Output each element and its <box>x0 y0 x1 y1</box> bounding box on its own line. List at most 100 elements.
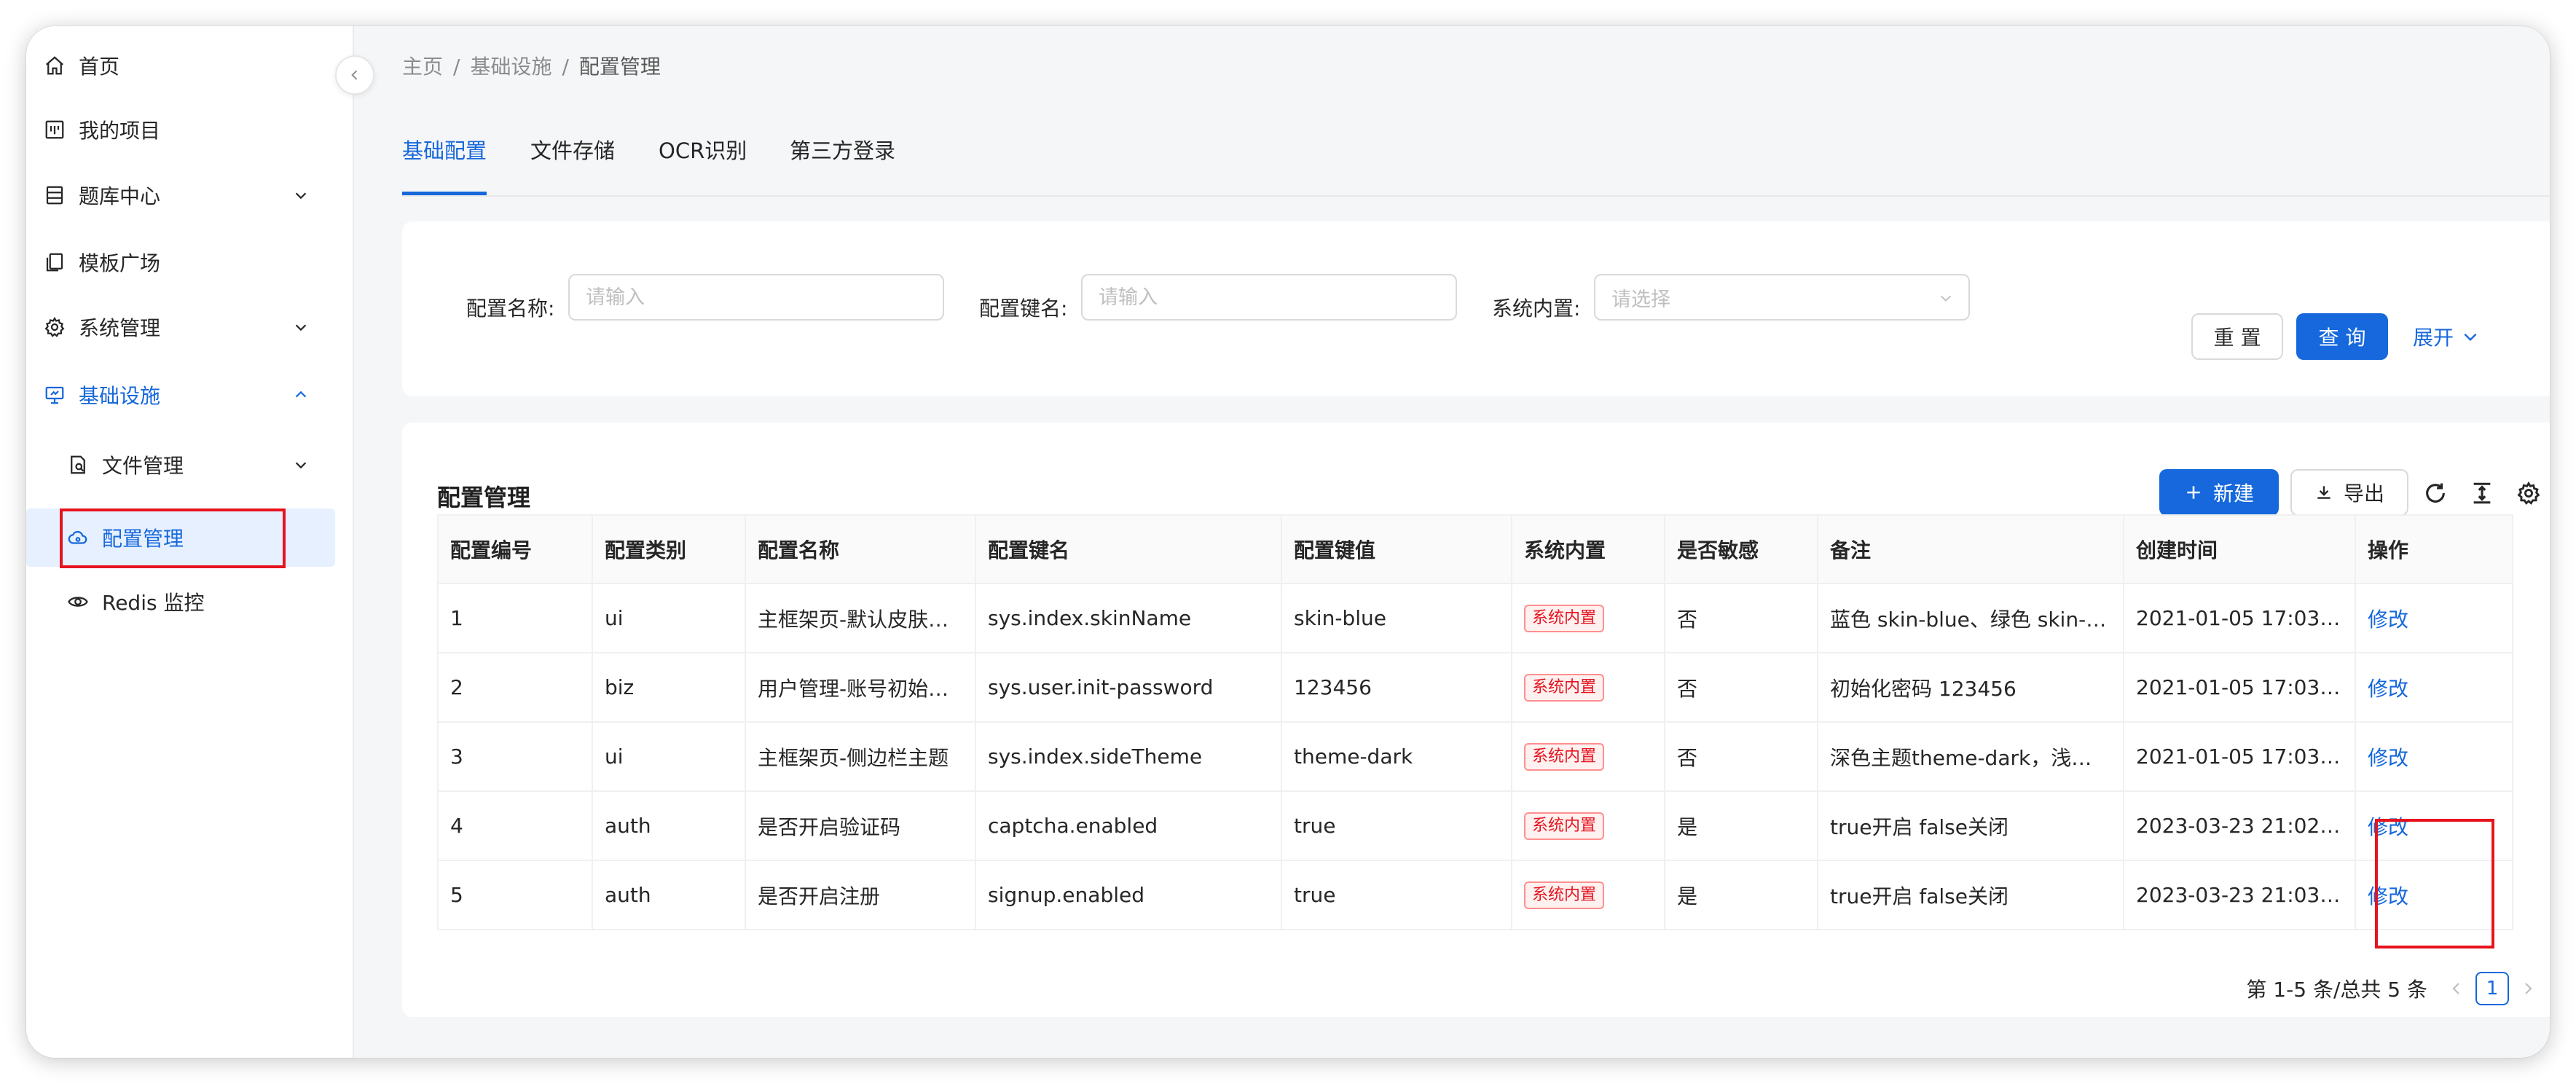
breadcrumb: 主页 / 基础设施 / 配置管理 <box>402 51 661 80</box>
sidebar-item-label: 模板广场 <box>79 251 161 275</box>
breadcrumb-current: 配置管理 <box>578 55 661 79</box>
chevron-up-icon[interactable] <box>293 387 309 403</box>
edit-link[interactable]: 修改 <box>2368 815 2408 839</box>
edit-link[interactable]: 修改 <box>2368 746 2408 770</box>
cell-key: signup.enabled <box>975 860 1282 930</box>
column-header: 配置键名 <box>975 514 1282 584</box>
cell-name: 主框架页-默认皮肤… <box>745 583 976 653</box>
cell-key: sys.index.skinName <box>975 583 1282 653</box>
column-header: 创建时间 <box>2123 514 2356 584</box>
column-header: 配置编号 <box>437 514 593 584</box>
column-header: 配置名称 <box>745 514 976 584</box>
chevron-down-icon <box>2464 333 2477 342</box>
sidebar-item-config-management[interactable]: 配置管理 <box>26 508 335 567</box>
page-1-button[interactable]: 1 <box>2475 972 2509 1005</box>
table-header-row: 配置编号 配置类别 配置名称 配置键名 配置键值 系统内置 是否敏感 备注 创建… <box>437 514 2513 584</box>
cell-builtin: 系统内置 <box>1511 652 1665 723</box>
app-window: 首页 我的项目 题库中心 模板广场 系统管理 基础设施 文件管理 配置管理 Re… <box>26 26 2550 1058</box>
tab-ocr[interactable]: OCR识别 <box>659 134 747 195</box>
builtin-label: 系统内置: <box>1492 296 1581 321</box>
config-table-card: 配置管理 新建 导出 配置编号 配置类别 配置名称 配置键名 配置键值 系统内置… <box>402 423 2550 1017</box>
column-header: 操作 <box>2355 514 2513 584</box>
tab-bar: 基础配置 文件存储 OCR识别 第三方登录 <box>402 134 2550 197</box>
cell-category: ui <box>592 583 746 653</box>
refresh-icon[interactable] <box>2423 481 2448 506</box>
cell-key: captcha.enabled <box>975 790 1282 861</box>
edit-link[interactable]: 修改 <box>2368 884 2408 908</box>
builtin-tag: 系统内置 <box>1524 673 1605 702</box>
chevron-down-icon[interactable] <box>293 457 309 473</box>
cell-value: 123456 <box>1281 652 1512 723</box>
sidebar-item-label: 配置管理 <box>102 527 184 551</box>
cell-remark: true开启 false关闭 <box>1817 790 2124 861</box>
sidebar-item-system-management[interactable]: 系统管理 <box>26 298 354 356</box>
chevron-down-icon[interactable] <box>293 187 309 203</box>
cell-sensitive: 否 <box>1664 652 1818 723</box>
builtin-tag: 系统内置 <box>1524 604 1605 633</box>
pagination: 第 1-5 条/总共 5 条 1 <box>2246 970 2547 1007</box>
edit-link[interactable]: 修改 <box>2368 677 2408 701</box>
cell-action: 修改 <box>2355 790 2513 861</box>
config-key-input[interactable] <box>1081 274 1457 321</box>
cell-remark: 初始化密码 123456 <box>1817 652 2124 723</box>
cell-id: 4 <box>437 790 593 861</box>
cell-category: auth <box>592 790 746 861</box>
tab-third-party-login[interactable]: 第三方登录 <box>790 134 895 195</box>
sidebar-item-label: 首页 <box>79 55 120 79</box>
collapse-sidebar-button[interactable] <box>335 55 374 95</box>
sidebar-item-label: 文件管理 <box>102 454 184 478</box>
sidebar-item-template-square[interactable]: 模板广场 <box>26 233 354 291</box>
new-button-label: 新建 <box>2212 482 2254 506</box>
sidebar-item-home[interactable]: 首页 <box>26 36 354 95</box>
cell-value: true <box>1281 860 1512 930</box>
search-form: 配置名称: 配置键名: 系统内置: 请选择 重 置 查 询 展开 <box>402 221 2550 396</box>
column-header: 配置类别 <box>592 514 746 584</box>
column-height-icon[interactable] <box>2470 481 2494 506</box>
chevron-down-icon[interactable] <box>293 319 309 335</box>
expand-button[interactable]: 展开 <box>2401 313 2491 360</box>
sidebar-item-infrastructure[interactable]: 基础设施 <box>26 366 354 424</box>
query-button[interactable]: 查 询 <box>2296 313 2388 360</box>
column-header: 系统内置 <box>1511 514 1665 584</box>
sidebar-item-question-bank[interactable]: 题库中心 <box>26 166 354 224</box>
download-icon <box>2317 486 2330 499</box>
tab-basic-config[interactable]: 基础配置 <box>402 134 487 195</box>
sidebar-item-file-management[interactable]: 文件管理 <box>26 436 354 494</box>
sidebar-item-redis-monitor[interactable]: Redis 监控 <box>26 573 354 631</box>
config-table: 配置编号 配置类别 配置名称 配置键名 配置键值 系统内置 是否敏感 备注 创建… <box>437 514 2513 930</box>
sidebar: 首页 我的项目 题库中心 模板广场 系统管理 基础设施 文件管理 配置管理 Re… <box>26 26 354 1058</box>
cell-action: 修改 <box>2355 860 2513 930</box>
file-icon <box>71 455 85 474</box>
cell-category: auth <box>592 860 746 930</box>
cell-action: 修改 <box>2355 652 2513 723</box>
column-header: 备注 <box>1817 514 2124 584</box>
table-row: 4 auth 是否开启验证码 captcha.enabled true 系统内置… <box>437 790 2513 861</box>
chevron-right-icon[interactable] <box>2519 980 2537 997</box>
export-button[interactable]: 导出 <box>2290 469 2408 516</box>
breadcrumb-parent[interactable]: 基础设施 <box>470 55 551 79</box>
table-row: 3 ui 主框架页-侧边栏主题 sys.index.sideTheme them… <box>437 721 2513 792</box>
config-name-input[interactable] <box>568 274 944 321</box>
new-button[interactable]: 新建 <box>2159 469 2279 516</box>
tab-file-storage[interactable]: 文件存储 <box>530 134 615 195</box>
cell-id: 5 <box>437 860 593 930</box>
sidebar-item-label: 基础设施 <box>79 384 161 408</box>
breadcrumb-home[interactable]: 主页 <box>402 55 443 79</box>
chevron-left-icon[interactable] <box>2448 980 2465 997</box>
settings-icon[interactable] <box>2516 481 2541 506</box>
chevron-left-icon <box>351 70 358 80</box>
reset-button[interactable]: 重 置 <box>2191 313 2283 360</box>
sidebar-item-my-projects[interactable]: 我的项目 <box>26 101 354 159</box>
builtin-select-placeholder: 请选择 <box>1611 288 1670 311</box>
cell-value: theme-dark <box>1281 721 1512 792</box>
cell-builtin: 系统内置 <box>1511 790 1665 861</box>
project-icon <box>45 120 64 139</box>
cell-created: 2021-01-05 17:03:48 <box>2123 721 2356 792</box>
cell-name: 是否开启验证码 <box>745 790 976 861</box>
edit-link[interactable]: 修改 <box>2368 608 2408 632</box>
monitor-icon <box>45 386 64 404</box>
cell-name: 主框架页-侧边栏主题 <box>745 721 976 792</box>
cell-key: sys.index.sideTheme <box>975 721 1282 792</box>
builtin-select[interactable]: 请选择 <box>1594 274 1970 321</box>
config-name-label: 配置名称: <box>466 296 555 321</box>
